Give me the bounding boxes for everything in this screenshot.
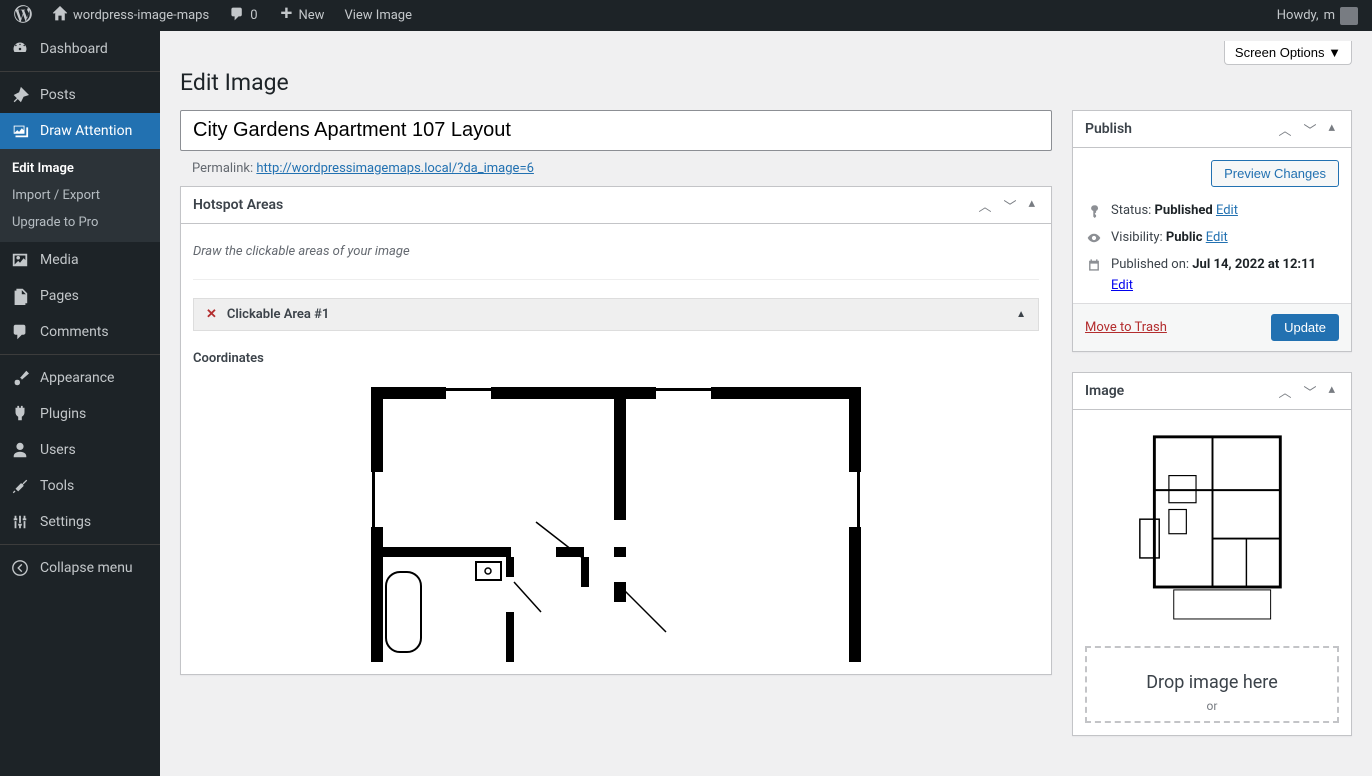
howdy-prefix: Howdy, bbox=[1277, 8, 1319, 23]
eye-icon bbox=[1085, 231, 1103, 245]
sub-upgrade-pro[interactable]: Upgrade to Pro bbox=[0, 209, 160, 236]
panel-toggle-icon[interactable]: ▴ bbox=[1324, 118, 1339, 141]
admin-sidebar: Dashboard Posts Draw Attention Edit Imag… bbox=[0, 31, 160, 776]
edit-date-link[interactable]: Edit bbox=[1111, 278, 1133, 293]
permalink-label: Permalink: bbox=[192, 161, 253, 176]
screen-options-button[interactable]: Screen Options ▼ bbox=[1224, 41, 1352, 65]
comment-icon bbox=[229, 6, 245, 26]
dashboard-icon bbox=[10, 39, 30, 59]
collapse-icon bbox=[10, 558, 30, 578]
wp-logo[interactable] bbox=[8, 0, 38, 31]
clickable-area-1-header[interactable]: ✕ Clickable Area #1 ▲ bbox=[193, 298, 1039, 331]
plus-icon bbox=[278, 6, 294, 26]
post-title-input[interactable] bbox=[180, 110, 1052, 151]
permalink-row: Permalink: http://wordpressimagemaps.loc… bbox=[180, 151, 1052, 186]
nav-plugins[interactable]: Plugins bbox=[0, 396, 160, 432]
comments-icon bbox=[10, 322, 30, 342]
floorplan-image[interactable] bbox=[366, 382, 866, 662]
panel-toggle-icon[interactable]: ▴ bbox=[1324, 380, 1339, 403]
panel-down-icon[interactable]: ﹀ bbox=[1299, 118, 1320, 141]
nav-dashboard[interactable]: Dashboard bbox=[0, 31, 160, 67]
nav-collapse[interactable]: Collapse menu bbox=[0, 550, 160, 586]
image-dropzone[interactable]: Drop image here or bbox=[1085, 646, 1339, 723]
view-image-link[interactable]: View Image bbox=[338, 0, 418, 31]
avatar bbox=[1340, 7, 1358, 25]
nav-comments[interactable]: Comments bbox=[0, 314, 160, 350]
preview-changes-button[interactable]: Preview Changes bbox=[1211, 160, 1339, 187]
image-panel-title: Image bbox=[1085, 373, 1124, 409]
user-icon bbox=[10, 440, 30, 460]
nav-appearance[interactable]: Appearance bbox=[0, 360, 160, 396]
image-panel: Image ︿ ﹀ ▴ bbox=[1072, 372, 1352, 736]
site-link[interactable]: wordpress-image-maps bbox=[46, 0, 215, 31]
permalink-url[interactable]: http://wordpressimagemaps.local/?da_imag… bbox=[256, 161, 534, 176]
comments-count: 0 bbox=[250, 8, 257, 23]
move-to-trash-link[interactable]: Move to Trash bbox=[1085, 320, 1167, 335]
main-content: Screen Options ▼ Edit Image Permalink: h… bbox=[160, 31, 1372, 776]
dropzone-title: Drop image here bbox=[1097, 672, 1327, 693]
status-row: Status: Published Edit bbox=[1085, 197, 1339, 224]
user-short: m bbox=[1324, 8, 1335, 23]
images-icon bbox=[10, 121, 30, 141]
comments-link[interactable]: 0 bbox=[223, 0, 263, 31]
media-icon bbox=[10, 250, 30, 270]
hotspot-panel: Hotspot Areas ︿ ﹀ ▴ Draw the clickable a… bbox=[180, 186, 1052, 675]
home-icon bbox=[52, 6, 68, 26]
panel-up-icon[interactable]: ︿ bbox=[1274, 380, 1295, 403]
calendar-icon bbox=[1085, 258, 1103, 272]
page-icon bbox=[10, 286, 30, 306]
hotspot-instructions: Draw the clickable areas of your image bbox=[193, 236, 1039, 280]
sub-import-export[interactable]: Import / Export bbox=[0, 182, 160, 209]
coordinates-label: Coordinates bbox=[193, 331, 1039, 382]
site-name: wordpress-image-maps bbox=[73, 8, 209, 23]
floorplan-canvas[interactable] bbox=[193, 382, 1039, 662]
sliders-icon bbox=[10, 512, 30, 532]
remove-area-icon[interactable]: ✕ bbox=[206, 307, 217, 322]
panel-down-icon[interactable]: ﹀ bbox=[999, 194, 1020, 217]
publish-panel: Publish ︿ ﹀ ▴ Preview Changes Status: Pu… bbox=[1072, 110, 1352, 352]
visibility-row: Visibility: Public Edit bbox=[1085, 224, 1339, 251]
pin-icon bbox=[10, 85, 30, 105]
featured-image-thumbnail[interactable] bbox=[1135, 432, 1290, 626]
edit-visibility-link[interactable]: Edit bbox=[1206, 230, 1228, 245]
update-button[interactable]: Update bbox=[1271, 314, 1339, 341]
admin-bar: wordpress-image-maps 0 New View Image Ho… bbox=[0, 0, 1372, 31]
new-link[interactable]: New bbox=[272, 0, 331, 31]
wrench-icon bbox=[10, 476, 30, 496]
nav-media[interactable]: Media bbox=[0, 242, 160, 278]
nav-posts[interactable]: Posts bbox=[0, 77, 160, 113]
published-date-row: Published on: Jul 14, 2022 at 12:11 bbox=[1085, 251, 1339, 278]
nav-tools[interactable]: Tools bbox=[0, 468, 160, 504]
dropzone-or: or bbox=[1097, 699, 1327, 713]
edit-status-link[interactable]: Edit bbox=[1216, 203, 1238, 218]
page-title: Edit Image bbox=[180, 69, 1352, 96]
nav-pages[interactable]: Pages bbox=[0, 278, 160, 314]
sub-edit-image[interactable]: Edit Image bbox=[0, 155, 160, 182]
plug-icon bbox=[10, 404, 30, 424]
publish-panel-title: Publish bbox=[1085, 111, 1132, 147]
wordpress-icon bbox=[14, 5, 32, 27]
panel-up-icon[interactable]: ︿ bbox=[1274, 118, 1295, 141]
area-collapse-icon[interactable]: ▲ bbox=[1016, 309, 1026, 320]
hotspot-panel-title: Hotspot Areas bbox=[193, 187, 283, 223]
submenu-draw-attention: Edit Image Import / Export Upgrade to Pr… bbox=[0, 149, 160, 242]
nav-settings[interactable]: Settings bbox=[0, 504, 160, 540]
new-label: New bbox=[299, 8, 325, 23]
panel-toggle-icon[interactable]: ▴ bbox=[1024, 194, 1039, 217]
panel-down-icon[interactable]: ﹀ bbox=[1299, 380, 1320, 403]
howdy-user[interactable]: Howdy, m bbox=[1271, 0, 1364, 31]
nav-users[interactable]: Users bbox=[0, 432, 160, 468]
panel-up-icon[interactable]: ︿ bbox=[974, 194, 995, 217]
key-icon bbox=[1085, 204, 1103, 218]
nav-draw-attention[interactable]: Draw Attention bbox=[0, 113, 160, 149]
brush-icon bbox=[10, 368, 30, 388]
area-1-title: Clickable Area #1 bbox=[227, 307, 329, 322]
